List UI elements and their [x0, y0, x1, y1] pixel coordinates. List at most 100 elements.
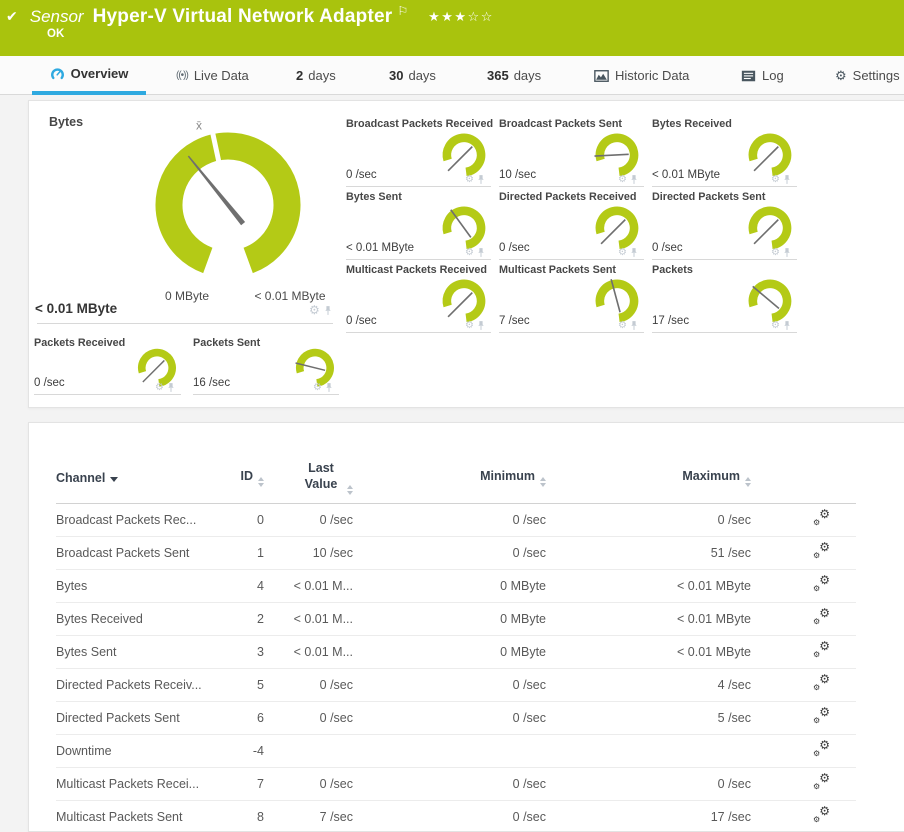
tab-2-days[interactable]: 2 days	[296, 56, 336, 95]
channel-minimum: 0 MByte	[353, 602, 546, 636]
tab-historic-data[interactable]: Historic Data	[594, 56, 689, 95]
column-header-last-value[interactable]: Last Value	[264, 453, 353, 504]
channel-last-value: 7 /sec	[264, 800, 353, 831]
pin-icon[interactable]	[630, 174, 638, 185]
channel-name[interactable]: Multicast Packets Sent	[56, 800, 216, 831]
live-data-icon: ((•))	[176, 69, 189, 81]
tab-settings[interactable]: ⚙ Settings	[835, 56, 900, 95]
column-header-id[interactable]: ID	[216, 453, 264, 504]
channel-settings-gears-icon[interactable]: ⚙ ⚙	[813, 640, 830, 659]
gauge-current-value: 10 /sec	[499, 169, 537, 181]
priority-stars[interactable]: ★★★☆☆	[428, 9, 494, 25]
column-header-channel[interactable]: Channel	[56, 453, 216, 504]
gauge-tile-bytes-received: Bytes Received < 0.01 MByte ⚙	[652, 114, 797, 187]
tab-label: days	[408, 68, 436, 83]
channel-settings-gears-icon[interactable]: ⚙ ⚙	[813, 541, 830, 560]
pin-icon[interactable]	[477, 247, 485, 258]
gear-icon[interactable]: ⚙	[155, 382, 164, 393]
channel-settings-gears-icon[interactable]: ⚙ ⚙	[813, 739, 830, 758]
channel-name[interactable]: Broadcast Packets Sent	[56, 536, 216, 570]
flag-icon[interactable]: ⚐	[397, 4, 408, 18]
sort-desc-icon[interactable]	[110, 476, 119, 482]
tab-live-data[interactable]: ((•)) Live Data	[176, 56, 249, 95]
log-icon	[741, 70, 756, 82]
channel-name[interactable]: Bytes	[56, 569, 216, 603]
channel-name[interactable]: Multicast Packets Recei...	[56, 767, 216, 801]
channel-name[interactable]: Broadcast Packets Rec...	[56, 503, 216, 537]
gauge-tile-directed-packets-received: Directed Packets Received 0 /sec ⚙	[499, 187, 644, 260]
table-row: Directed Packets Receiv... 5 0 /sec 0 /sec 4…	[56, 668, 856, 702]
gear-icon[interactable]: ⚙	[771, 247, 780, 258]
sensor-title: Hyper-V Virtual Network Adapter	[92, 6, 393, 27]
tab-overview[interactable]: Overview	[32, 56, 146, 95]
gauge-current-value: 17 /sec	[652, 315, 690, 327]
gear-icon[interactable]: ⚙	[309, 304, 320, 316]
channel-id: 0	[216, 503, 264, 537]
pin-icon[interactable]	[630, 247, 638, 258]
channel-name[interactable]: Bytes Received	[56, 602, 216, 636]
gear-icon[interactable]: ⚙	[771, 320, 780, 331]
channel-last-value: < 0.01 M...	[264, 602, 353, 636]
channel-settings-gears-icon[interactable]: ⚙ ⚙	[813, 706, 830, 725]
channel-maximum: < 0.01 MByte	[546, 602, 751, 636]
column-header-maximum[interactable]: Maximum	[546, 453, 751, 504]
pin-icon[interactable]	[783, 174, 791, 185]
sort-icon[interactable]	[258, 477, 264, 488]
gauge-tile-bytes-sent: Bytes Sent < 0.01 MByte ⚙	[346, 187, 491, 260]
tab-30-days[interactable]: 30 days	[389, 56, 436, 95]
tab-bar: Overview ((•)) Live Data 2 days 30 days 365 days…	[0, 56, 904, 95]
sort-icon[interactable]	[745, 477, 751, 488]
pin-icon[interactable]	[783, 320, 791, 331]
mini-gauges-bottom-row: Packets Received 0 /sec ⚙ Packets Sent 16 /s…	[34, 333, 339, 395]
gear-icon[interactable]: ⚙	[618, 247, 627, 258]
pin-icon[interactable]	[783, 247, 791, 258]
tab-label: Live Data	[193, 68, 249, 83]
gauge-tile-packets-received: Packets Received 0 /sec ⚙	[34, 333, 181, 395]
channel-settings-gears-icon[interactable]: ⚙ ⚙	[813, 508, 830, 527]
gauge-tile-packets: Packets 17 /sec ⚙	[652, 260, 797, 333]
pin-icon[interactable]	[630, 320, 638, 331]
gauge-current-value: < 0.01 MByte	[346, 242, 415, 254]
pin-icon[interactable]	[167, 382, 175, 393]
gear-icon[interactable]: ⚙	[465, 320, 474, 331]
channel-minimum	[353, 734, 546, 768]
channel-settings-gears-icon[interactable]: ⚙ ⚙	[813, 673, 830, 692]
gauge-current-value: < 0.01 MByte	[652, 169, 721, 181]
sort-icon[interactable]	[540, 477, 546, 488]
channel-name[interactable]: Downtime	[56, 734, 216, 768]
channel-settings-gears-icon[interactable]: ⚙ ⚙	[813, 574, 830, 593]
gear-icon[interactable]: ⚙	[313, 382, 322, 393]
gear-icon[interactable]: ⚙	[771, 174, 780, 185]
channel-name[interactable]: Directed Packets Sent	[56, 701, 216, 735]
channel-minimum: 0 /sec	[353, 668, 546, 702]
pin-icon[interactable]	[325, 382, 333, 393]
channel-settings-gears-icon[interactable]: ⚙ ⚙	[813, 607, 830, 626]
pin-icon[interactable]	[324, 305, 332, 316]
channels-table: Channel ID Last Value Minimum Maximum Broadc…	[56, 453, 856, 831]
channel-id: 7	[216, 767, 264, 801]
mini-gauge-chart	[743, 127, 797, 181]
gear-icon[interactable]: ⚙	[465, 174, 474, 185]
mini-gauge-chart	[590, 200, 644, 254]
channel-id: 4	[216, 569, 264, 603]
channel-minimum: 0 MByte	[353, 569, 546, 603]
sort-icon[interactable]	[347, 485, 353, 496]
tab-label: days	[513, 68, 542, 83]
channel-name[interactable]: Directed Packets Receiv...	[56, 668, 216, 702]
tab-label: Historic Data	[615, 68, 690, 83]
pin-icon[interactable]	[477, 174, 485, 185]
pin-icon[interactable]	[477, 320, 485, 331]
gear-icon[interactable]: ⚙	[618, 174, 627, 185]
column-header-minimum[interactable]: Minimum	[353, 453, 546, 504]
tab-365-days[interactable]: 365 days	[487, 56, 541, 95]
channel-name[interactable]: Bytes Sent	[56, 635, 216, 669]
gear-icon[interactable]: ⚙	[465, 247, 474, 258]
gear-icon[interactable]: ⚙	[618, 320, 627, 331]
channel-id: 5	[216, 668, 264, 702]
tab-log[interactable]: Log	[741, 56, 784, 95]
channel-settings-gears-icon[interactable]: ⚙ ⚙	[813, 772, 830, 791]
channel-settings-gears-icon[interactable]: ⚙ ⚙	[813, 805, 830, 824]
gauge-current-value: 0 /sec	[652, 242, 683, 254]
channel-last-value: 0 /sec	[264, 503, 353, 537]
status-badge: OK	[47, 28, 65, 40]
